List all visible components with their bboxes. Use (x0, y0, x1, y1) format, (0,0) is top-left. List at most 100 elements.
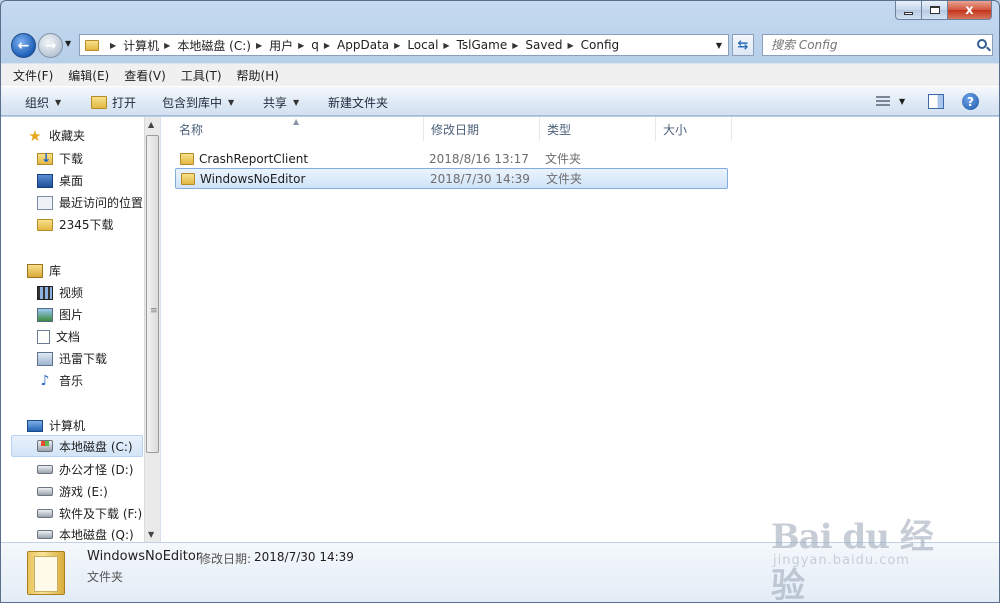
forward-arrow-icon: → (44, 37, 57, 54)
chevron-right-icon[interactable]: ▶ (256, 41, 262, 50)
refresh-icon: ⇆ (737, 37, 749, 53)
chevron-right-icon[interactable]: ▶ (298, 41, 304, 50)
breadcrumb-local[interactable]: ▶ Local (389, 35, 438, 55)
folder-icon (85, 39, 99, 51)
chevron-right-icon[interactable]: ▶ (512, 41, 518, 50)
command-bar: 组织 ▼ 打开 包含到库中 ▼ 共享 ▼ 新建文件夹 ▼ ? (1, 86, 999, 116)
details-modified-value: 2018/7/30 14:39 (254, 550, 354, 564)
scroll-up-arrow-icon[interactable]: ▲ (148, 120, 154, 129)
sidebar-item-pictures[interactable]: 图片 (37, 306, 83, 323)
sidebar-item-desktop[interactable]: 桌面 (37, 172, 83, 189)
pictures-icon (37, 307, 53, 322)
file-row-selected[interactable]: WindowsNoEditor 2018/7/30 14:39 文件夹 (175, 168, 728, 189)
large-folder-icon (27, 551, 65, 595)
star-icon: ★ (28, 126, 42, 145)
close-button[interactable]: x (948, 1, 992, 20)
sidebar-item-d-drive[interactable]: 办公才怪 (D:) (37, 461, 133, 478)
close-icon: x (965, 2, 974, 18)
new-folder-button[interactable]: 新建文件夹 (328, 94, 388, 111)
open-button[interactable]: 打开 (91, 94, 136, 111)
menu-view[interactable]: 查看(V) (124, 67, 166, 84)
chevron-right-icon[interactable]: ▶ (324, 41, 330, 50)
menu-tools[interactable]: 工具(T) (181, 67, 222, 84)
navigation-pane: ★收藏夹 下载 桌面 最近访问的位置 2345下载 库 视频 图片 文档 迅雷下… (1, 117, 161, 542)
chevron-down-icon: ▼ (228, 98, 235, 107)
breadcrumb-computer[interactable]: ▶ 计算机 (105, 35, 159, 55)
menu-edit[interactable]: 编辑(E) (68, 67, 109, 84)
folder-icon (37, 218, 53, 231)
column-header-size[interactable]: 大小 (656, 117, 732, 141)
organize-button[interactable]: 组织 ▼ (25, 94, 61, 111)
column-header-type[interactable]: 类型 (540, 117, 656, 141)
breadcrumb-appdata[interactable]: ▶ AppData (319, 35, 389, 55)
music-note-icon: ♪ (40, 372, 50, 389)
breadcrumb-saved[interactable]: ▶ Saved (507, 35, 562, 55)
help-icon[interactable]: ? (962, 93, 979, 110)
view-options-icon[interactable] (876, 96, 890, 107)
scrollbar-thumb[interactable]: ≡ (146, 135, 159, 453)
chevron-right-icon[interactable]: ▶ (164, 41, 170, 50)
sidebar-item-q-drive[interactable]: 本地磁盘 (Q:) (37, 526, 134, 543)
search-box[interactable] (762, 34, 993, 56)
sidebar-scrollbar[interactable]: ▲ ≡ ▼ (144, 117, 160, 542)
sidebar-item-c-drive[interactable]: 本地磁盘 (C:) (11, 435, 143, 457)
breadcrumb-users[interactable]: ▶ 用户 (251, 35, 293, 55)
search-input[interactable] (763, 38, 963, 52)
sidebar-item-downloads[interactable]: 下载 (37, 150, 83, 167)
include-library-button[interactable]: 包含到库中 ▼ (162, 94, 234, 111)
sidebar-item-recent[interactable]: 最近访问的位置 (37, 194, 143, 211)
view-options-dropdown[interactable]: ▼ (899, 97, 905, 106)
sidebar-item-xunlei-downloads[interactable]: 迅雷下载 (37, 350, 107, 367)
preview-pane-icon[interactable] (928, 94, 944, 109)
sidebar-item-e-drive[interactable]: 游戏 (E:) (37, 483, 108, 500)
chevron-right-icon[interactable]: ▶ (110, 41, 116, 50)
folder-icon (181, 172, 195, 185)
menu-help[interactable]: 帮助(H) (237, 67, 279, 84)
file-row[interactable]: CrashReportClient 2018/8/16 13:17 文件夹 (175, 148, 728, 169)
minimize-button[interactable] (895, 1, 922, 20)
folder-icon (180, 152, 194, 165)
chevron-down-icon: ▼ (293, 98, 300, 107)
file-list: ▲ 名称 修改日期 类型 大小 CrashReportClient 2018/8… (162, 117, 999, 542)
sidebar-item-documents[interactable]: 文档 (37, 328, 80, 345)
scroll-down-arrow-icon[interactable]: ▼ (148, 530, 154, 539)
forward-button[interactable]: → (38, 33, 63, 58)
breadcrumb-c-drive[interactable]: ▶ 本地磁盘 (C:) (159, 35, 251, 55)
sidebar-group-libraries[interactable]: 库 (27, 262, 61, 279)
drive-icon (37, 530, 53, 539)
column-header-date[interactable]: 修改日期 (424, 117, 540, 141)
chevron-right-icon[interactable]: ▶ (443, 41, 449, 50)
recent-places-icon (37, 195, 53, 210)
video-icon (37, 285, 53, 300)
search-icon[interactable] (977, 39, 987, 49)
minimize-icon (904, 11, 913, 15)
column-header-name[interactable]: 名称 (172, 117, 424, 141)
sidebar-item-f-drive[interactable]: 软件及下载 (F:) (37, 505, 142, 522)
xunlei-downloads-icon (37, 351, 53, 366)
recent-pages-dropdown[interactable]: ▼ (65, 39, 71, 48)
share-button[interactable]: 共享 ▼ (263, 94, 299, 111)
maximize-button[interactable] (922, 1, 948, 20)
chevron-right-icon[interactable]: ▶ (394, 41, 400, 50)
system-drive-icon (37, 440, 53, 452)
breadcrumb-config[interactable]: ▶ Config (562, 35, 619, 55)
sidebar-group-computer[interactable]: 计算机 (27, 417, 85, 434)
address-bar[interactable]: ▶ 计算机 ▶ 本地磁盘 (C:) ▶ 用户 ▶ q ▶ AppData ▶ Local ▶… (79, 34, 729, 56)
refresh-button[interactable]: ⇆ (732, 34, 754, 56)
drive-icon (37, 487, 53, 496)
back-button[interactable]: ← (11, 33, 36, 58)
sidebar-item-2345-downloads[interactable]: 2345下载 (37, 216, 114, 233)
grip-icon: ≡ (150, 306, 158, 316)
breadcrumb-tslgame[interactable]: ▶ TslGame (438, 35, 507, 55)
menu-file[interactable]: 文件(F) (13, 67, 53, 84)
breadcrumb-q[interactable]: ▶ q (293, 35, 319, 55)
maximize-icon (929, 6, 940, 14)
sidebar-item-videos[interactable]: 视频 (37, 284, 83, 301)
chevron-right-icon[interactable]: ▶ (567, 41, 573, 50)
sidebar-item-music[interactable]: ♪ 音乐 (37, 372, 83, 389)
sidebar-group-favorites[interactable]: ★ 收藏夹 (27, 127, 85, 144)
details-item-name: WindowsNoEditor (87, 549, 202, 564)
caption-buttons: x (895, 1, 992, 20)
address-row: ← → ▼ ▶ 计算机 ▶ 本地磁盘 (C:) ▶ 用户 ▶ q ▶ AppData ▶ L… (7, 30, 995, 60)
address-history-dropdown[interactable]: ▼ (716, 41, 722, 50)
